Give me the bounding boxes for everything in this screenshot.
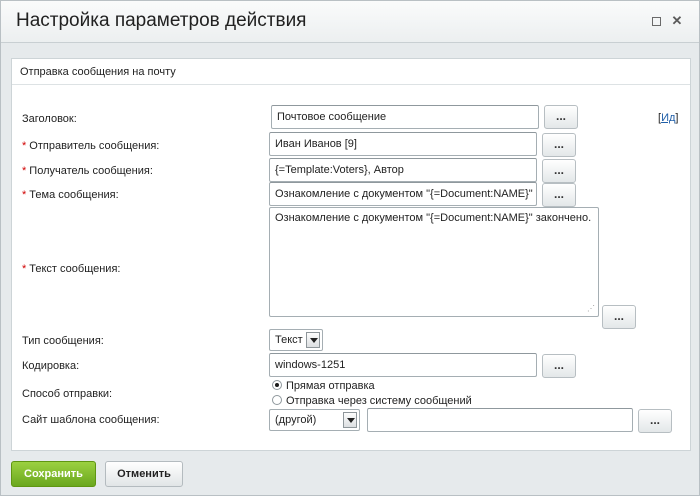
topic-label: * Тема сообщения: [22, 189, 119, 201]
subject-header-label: Заголовок: [22, 113, 77, 125]
template-site-select[interactable]: (другой) [269, 409, 360, 431]
dialog-title: Настройка параметров действия [16, 10, 307, 31]
encoding-picker-button[interactable]: ... [542, 354, 576, 378]
send-method-option-direct[interactable]: Прямая отправка [272, 380, 375, 392]
radio-checked-icon[interactable] [272, 380, 282, 390]
body-text: Ознакомление с документом "{=Document:NA… [275, 212, 592, 224]
body-textarea[interactable]: Ознакомление с документом "{=Document:NA… [269, 207, 599, 317]
template-site-label: Сайт шаблона сообщения: [22, 414, 160, 426]
id-link-anchor[interactable]: Ид [661, 112, 675, 124]
close-icon[interactable]: ✕ [671, 14, 683, 27]
recipient-picker-button[interactable]: ... [542, 159, 576, 183]
chevron-down-icon [306, 332, 320, 348]
template-site-picker-button[interactable]: ... [638, 409, 672, 433]
body-label: * Текст сообщения: [22, 263, 121, 275]
topic-picker-button[interactable]: ... [542, 183, 576, 207]
body-picker-button[interactable]: ... [602, 305, 636, 329]
id-link: [Ид] [658, 112, 679, 124]
template-site-input[interactable] [367, 408, 633, 432]
subject-header-input[interactable]: Почтовое сообщение [271, 105, 539, 129]
maximize-icon[interactable] [650, 15, 662, 27]
section-header: Отправка сообщения на почту [12, 59, 690, 85]
section-title: Отправка сообщения на почту [20, 66, 176, 78]
topic-input[interactable]: Ознакомление с документом "{=Document:NA… [269, 182, 537, 206]
resize-grip-icon[interactable]: ⋰ [587, 305, 595, 313]
recipient-label: * Получатель сообщения: [22, 165, 153, 177]
subject-header-picker-button[interactable]: ... [544, 105, 578, 129]
settings-panel: Отправка сообщения на почту Заголовок: П… [11, 58, 691, 451]
message-type-select[interactable]: Текст [269, 329, 323, 351]
required-mark: * [22, 165, 27, 177]
dialog-window: Настройка параметров действия ✕ Отправка… [0, 0, 700, 496]
send-method-label: Способ отправки: [22, 388, 113, 400]
send-method-option-messages[interactable]: Отправка через систему сообщений [272, 395, 472, 407]
required-mark: * [22, 189, 27, 201]
dialog-titlebar[interactable]: Настройка параметров действия ✕ [1, 1, 699, 43]
recipient-input[interactable]: {=Template:Voters}, Автор [269, 158, 537, 182]
radio-unchecked-icon[interactable] [272, 395, 282, 405]
sender-label: * Отправитель сообщения: [22, 140, 160, 152]
encoding-input[interactable]: windows-1251 [269, 353, 537, 377]
required-mark: * [22, 140, 27, 152]
message-type-label: Тип сообщения: [22, 335, 104, 347]
cancel-button[interactable]: Отменить [105, 461, 183, 487]
sender-input[interactable]: Иван Иванов [9] [269, 132, 537, 156]
sender-picker-button[interactable]: ... [542, 133, 576, 157]
chevron-down-icon [343, 412, 357, 428]
encoding-label: Кодировка: [22, 360, 80, 372]
required-mark: * [22, 263, 27, 275]
save-button[interactable]: Сохранить [11, 461, 96, 487]
